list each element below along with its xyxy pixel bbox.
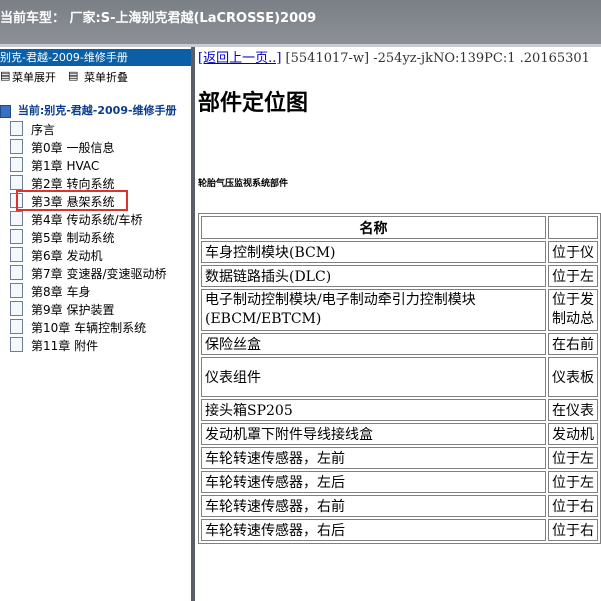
tree-item-chapter-10[interactable]: 第10章 车辆控制系统 [10,319,146,337]
title-bar: 当前车型： 厂家:S-上海别克君越(LaCROSSE)2009 [0,0,601,44]
component-location: 在右前 [548,333,598,355]
table-row: 车轮转速传感器，右后 位于右 [201,519,598,541]
component-location: 位于发制动总 [548,289,598,331]
menu-expand-icon[interactable]: ▤ [0,69,10,82]
component-location: 位于左 [548,265,598,287]
document-id: [5541017-w] -254yz-jkNO:139PC:1 .2016530… [281,51,590,66]
back-link[interactable]: [返回上一页..] [198,51,281,66]
tree-item-chapter-9[interactable]: 第9章 保护装置 [10,301,114,319]
page-title: 部件定位图 [198,91,309,116]
component-name: 电子制动控制模块/电子制动牵引力控制模块(EBCM/EBTCM) [201,289,546,331]
table-row: 车轮转速传感器，左后 位于左 [201,471,598,493]
tree-item-preface[interactable]: 序言 [10,121,55,139]
tree-item-chapter-1[interactable]: 第1章 HVAC [10,157,99,175]
tree-item-chapter-11[interactable]: 第11章 附件 [10,337,98,355]
sidebar: 别克-君越-2009-维修手册 ▤ 菜单展开 ▤ 菜单折叠 当前:别克-君越-2… [0,47,191,601]
component-name: 仪表组件 [201,357,546,397]
tree-item-chapter-7[interactable]: 第7章 变速器/变速驱动桥 [10,265,167,283]
vehicle-title: 当前车型： 厂家:S-上海别克君越(LaCROSSE)2009 [0,11,317,26]
document-icon [10,301,23,316]
tree-item-chapter-0[interactable]: 第0章 一般信息 [10,139,114,157]
table-row: 发动机罩下附件导线接线盒 发动机 [201,423,598,445]
table-row: 电子制动控制模块/电子制动牵引力控制模块(EBCM/EBTCM) 位于发制动总 [201,289,598,331]
document-icon [10,265,23,280]
table-row: 保险丝盒 在右前 [201,333,598,355]
document-icon [10,247,23,262]
sidebar-toolbar: ▤ 菜单展开 ▤ 菜单折叠 [0,69,191,85]
tree-root[interactable]: 当前:别克-君越-2009-维修手册 [0,102,177,118]
menu-collapse-icon[interactable]: ▤ [68,69,78,82]
document-icon [10,229,23,244]
menu-expand-button[interactable]: 菜单展开 [12,69,56,85]
components-table: 名称 车身控制模块(BCM) 位于仪 数据链路插头(DLC) 位于左 电子制动控… [198,213,601,544]
document-icon [10,211,23,226]
table-row: 接头箱SP205 在仪表 [201,399,598,421]
component-name: 保险丝盒 [201,333,546,355]
breadcrumb: [返回上一页..] [5541017-w] -254yz-jkNO:139PC:… [198,47,590,66]
book-icon [0,104,11,118]
selection-highlight [16,190,128,211]
tree-item-chapter-5[interactable]: 第5章 制动系统 [10,229,114,247]
component-location: 位于仪 [548,241,598,263]
component-name: 接头箱SP205 [201,399,546,421]
component-location: 仪表板 [548,357,598,397]
tree-item-chapter-4[interactable]: 第4章 传动系统/车桥 [10,211,143,229]
table-row: 仪表组件 仪表板 [201,357,598,397]
component-location: 位于左 [548,471,598,493]
component-name: 车轮转速传感器，左前 [201,447,546,469]
table-row: 车轮转速传感器，右前 位于右 [201,495,598,517]
content-pane: [返回上一页..] [5541017-w] -254yz-jkNO:139PC:… [195,47,601,601]
tree-item-chapter-8[interactable]: 第8章 车身 [10,283,90,301]
document-icon [10,157,23,172]
component-location: 位于左 [548,447,598,469]
menu-collapse-button[interactable]: 菜单折叠 [84,69,128,85]
column-header-location [548,216,598,239]
section-title: 轮胎气压监视系统部件 [198,179,289,189]
component-location: 位于右 [548,495,598,517]
document-icon [10,139,23,154]
component-name: 车轮转速传感器，左后 [201,471,546,493]
component-name: 数据链路插头(DLC) [201,265,546,287]
table-row: 车轮转速传感器，左前 位于左 [201,447,598,469]
component-name: 车轮转速传感器，右后 [201,519,546,541]
component-location: 在仪表 [548,399,598,421]
document-icon [10,283,23,298]
column-header-name: 名称 [201,216,546,239]
component-name: 车身控制模块(BCM) [201,241,546,263]
component-location: 发动机 [548,423,598,445]
table-header-row: 名称 [201,216,598,239]
table-row: 数据链路插头(DLC) 位于左 [201,265,598,287]
component-name: 车轮转速传感器，右前 [201,495,546,517]
tree-root-label: 当前:别克-君越-2009-维修手册 [17,104,177,117]
document-icon [10,337,23,352]
component-location: 位于右 [548,519,598,541]
document-icon [10,319,23,334]
tree-item-chapter-6[interactable]: 第6章 发动机 [10,247,102,265]
sidebar-header: 别克-君越-2009-维修手册 [0,49,191,66]
document-icon [10,121,23,136]
document-icon [10,175,23,190]
component-name: 发动机罩下附件导线接线盒 [201,423,546,445]
table-row: 车身控制模块(BCM) 位于仪 [201,241,598,263]
